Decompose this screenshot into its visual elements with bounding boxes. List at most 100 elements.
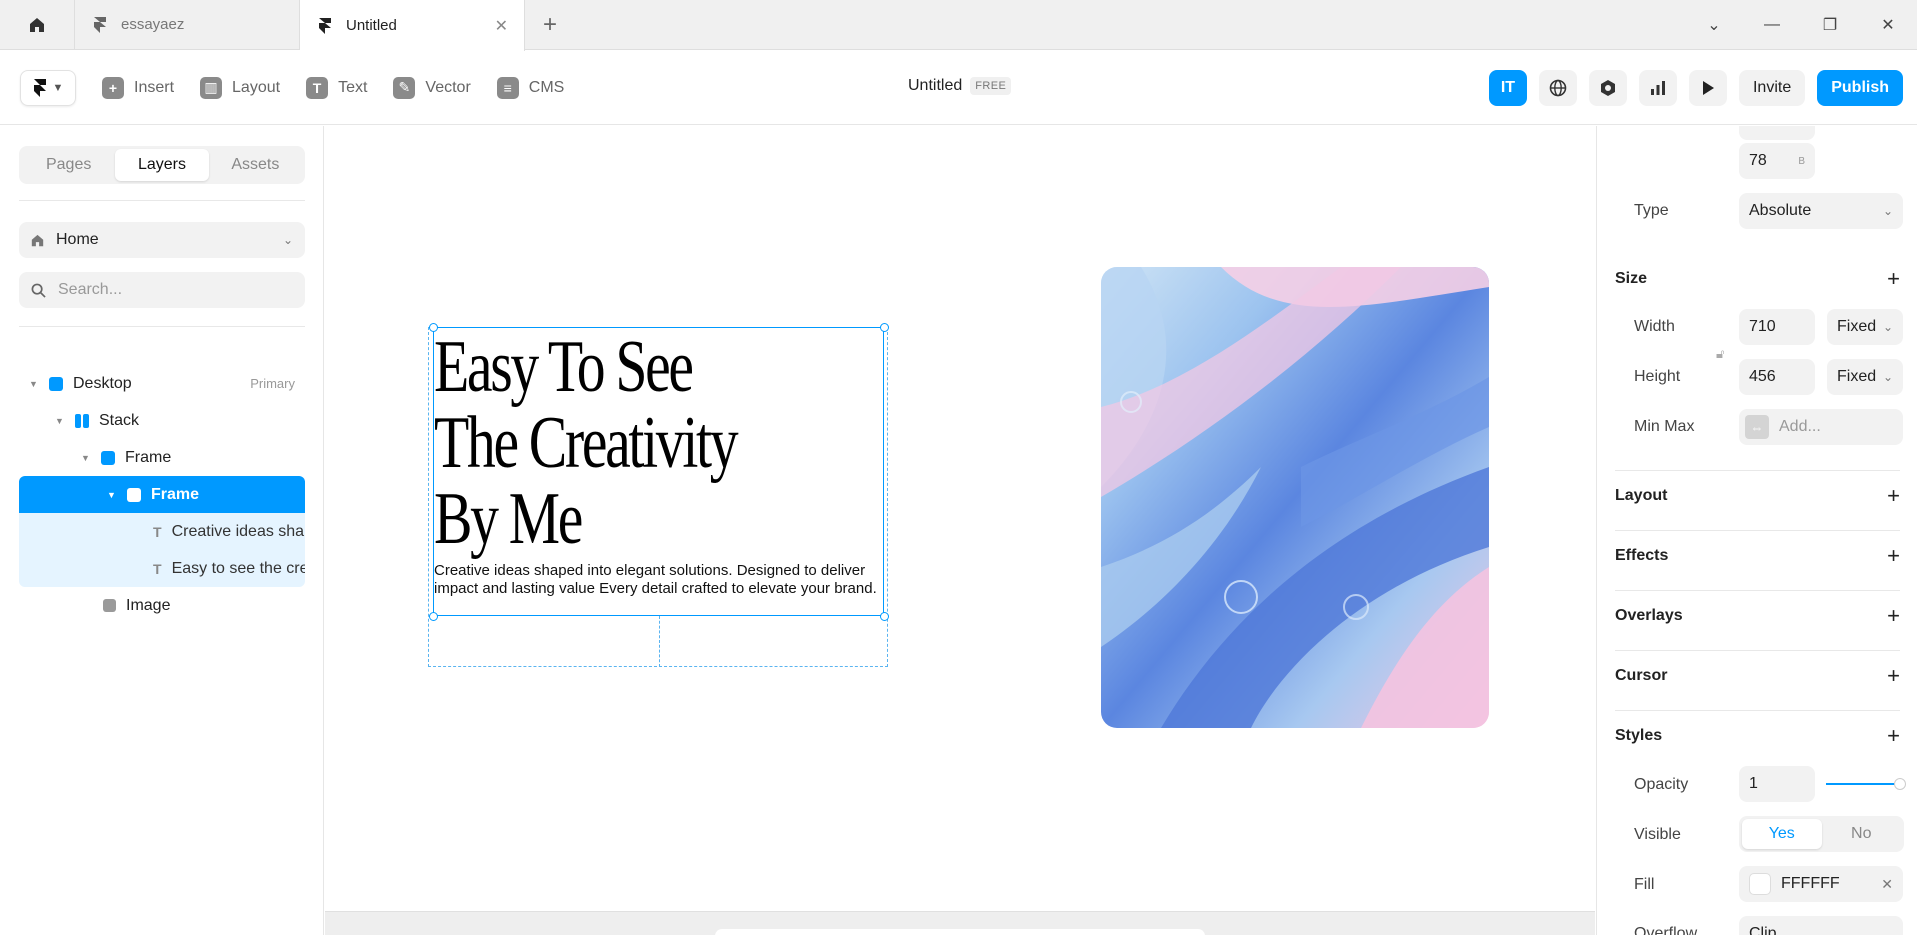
chevron-down-icon: ⌄ (1882, 927, 1893, 935)
styles-section-header[interactable]: Styles + (1615, 710, 1900, 760)
caret-down-icon[interactable]: ▼ (55, 416, 65, 426)
section-title: Layout (1615, 486, 1668, 504)
visible-label: Visible (1634, 826, 1681, 843)
layer-stack[interactable]: ▼ Stack (19, 402, 305, 439)
avatar[interactable]: IT (1488, 70, 1527, 106)
settings-icon[interactable] (1588, 70, 1627, 106)
overlays-section-header[interactable]: Overlays + (1615, 590, 1900, 640)
text-icon: T (306, 76, 329, 99)
globe-icon[interactable] (1538, 70, 1577, 106)
layer-label: Frame (125, 448, 172, 466)
height-label: Height (1634, 368, 1681, 385)
home-tab[interactable] (0, 0, 75, 49)
resize-handle[interactable] (880, 323, 889, 332)
resize-arrows-icon: ⇔ (1745, 415, 1769, 439)
opacity-slider-handle[interactable] (1894, 778, 1906, 790)
text-icon: T (153, 523, 162, 540)
page-selector[interactable]: Home ⌄ (19, 222, 305, 258)
width-field[interactable]: 710 (1739, 309, 1815, 345)
layer-frame[interactable]: ▼ Frame (19, 439, 305, 476)
resize-handle[interactable] (429, 612, 438, 621)
document-title[interactable]: Untitled FREE (908, 77, 1012, 95)
opacity-slider[interactable] (1826, 783, 1898, 785)
layout-section-header[interactable]: Layout + (1615, 470, 1900, 520)
chevron-down-icon[interactable]: ⌄ (1685, 15, 1743, 35)
app-toolbar: ▼ + Insert ▥ Layout T Text ✎ Vector ≡ CM… (0, 51, 1917, 125)
canvas[interactable]: Easy To See The Creativity By Me Creativ… (325, 126, 1595, 935)
tab-essayaez[interactable]: essayaez (75, 0, 300, 49)
search-input[interactable] (58, 281, 278, 299)
new-tab-button[interactable]: + (525, 0, 575, 49)
type-value: Absolute (1749, 202, 1812, 219)
layout-tool[interactable]: ▥ Layout (200, 76, 280, 99)
layer-label: Creative ideas shaped into elegant solut… (171, 522, 305, 540)
opacity-field[interactable]: 1 (1739, 766, 1815, 802)
cms-tool[interactable]: ≡ CMS (496, 76, 564, 99)
top-position-field[interactable] (1739, 126, 1815, 140)
clear-fill-icon[interactable]: ✕ (1881, 876, 1893, 893)
minmax-field[interactable]: ⇔ Add... (1739, 409, 1903, 445)
overflow-select[interactable]: Clip ⌄ (1739, 916, 1903, 935)
marble-image[interactable] (1101, 267, 1489, 728)
analytics-icon[interactable] (1638, 70, 1677, 106)
resize-handle[interactable] (880, 612, 889, 621)
add-icon[interactable]: + (1887, 543, 1900, 569)
stack-divider-guide (659, 616, 660, 667)
headline-text[interactable]: Easy To See The Creativity By Me (434, 329, 739, 557)
restore-icon[interactable]: ❐ (1801, 15, 1859, 35)
bottom-position-field[interactable]: 78 B (1739, 143, 1815, 179)
size-section-header[interactable]: Size + (1615, 254, 1900, 304)
layer-desktop[interactable]: ▼ Desktop Primary (19, 365, 305, 402)
minimize-icon[interactable]: — (1743, 16, 1801, 34)
fill-swatch[interactable] (1749, 873, 1771, 895)
framer-logo-icon (319, 17, 331, 34)
type-select[interactable]: Absolute ⌄ (1739, 193, 1903, 229)
play-preview-icon[interactable] (1688, 70, 1727, 106)
tab-layers[interactable]: Layers (115, 149, 209, 181)
aspect-lock-icon[interactable]: 🔓︎ (1716, 346, 1724, 362)
height-mode-select[interactable]: Fixed ⌄ (1827, 359, 1903, 395)
cursor-section-header[interactable]: Cursor + (1615, 650, 1900, 700)
chevron-down-icon: ⌄ (1882, 204, 1893, 218)
visible-no-button[interactable]: No (1822, 819, 1902, 849)
fill-field[interactable]: FFFFFF ✕ (1739, 866, 1903, 902)
tab-assets[interactable]: Assets (209, 149, 302, 181)
caret-down-icon[interactable]: ▼ (81, 453, 91, 463)
height-field[interactable]: 456 (1739, 359, 1815, 395)
effects-section-header[interactable]: Effects + (1615, 530, 1900, 580)
layer-text-creative[interactable]: T Creative ideas shaped into elegant sol… (19, 513, 305, 550)
frame-icon (127, 487, 141, 502)
add-icon[interactable]: + (1887, 266, 1900, 292)
document-name: Untitled (908, 77, 963, 94)
tab-pages[interactable]: Pages (22, 149, 115, 181)
main-menu-button[interactable]: ▼ (20, 69, 76, 106)
opacity-label: Opacity (1634, 776, 1689, 793)
visible-yes-button[interactable]: Yes (1742, 819, 1822, 849)
vector-tool[interactable]: ✎ Vector (393, 76, 471, 99)
body-text[interactable]: Creative ideas shaped into elegant solut… (434, 562, 884, 598)
add-icon[interactable]: + (1887, 603, 1900, 629)
add-icon[interactable]: + (1887, 663, 1900, 689)
invite-button[interactable]: Invite (1738, 70, 1806, 106)
bottom-value: 78 (1749, 152, 1767, 169)
tool-label: Insert (134, 78, 175, 96)
section-title: Styles (1615, 726, 1663, 744)
layer-frame-selected[interactable]: ▼ Frame (19, 476, 305, 513)
layer-text-easy[interactable]: T Easy to see the creativity by me (19, 550, 305, 587)
text-tool[interactable]: T Text (306, 76, 367, 99)
breakpoint-bar[interactable] (715, 929, 1205, 935)
properties-panel: 78 B Type Absolute ⌄ Size + Width 710 Fi… (1596, 126, 1917, 935)
publish-button[interactable]: Publish (1817, 70, 1903, 106)
close-window-icon[interactable]: ✕ (1859, 15, 1917, 35)
width-mode-select[interactable]: Fixed ⌄ (1827, 309, 1903, 345)
layer-image[interactable]: Image (19, 587, 305, 624)
add-icon[interactable]: + (1887, 723, 1900, 749)
layer-label: Easy to see the creativity by me (171, 559, 305, 577)
caret-down-icon[interactable]: ▼ (29, 379, 39, 389)
close-tab-icon[interactable]: ✕ (495, 16, 508, 36)
text-icon: T (153, 560, 162, 577)
add-icon[interactable]: + (1887, 483, 1900, 509)
tab-untitled[interactable]: Untitled ✕ (300, 0, 525, 51)
caret-down-icon[interactable]: ▼ (107, 490, 117, 500)
insert-tool[interactable]: + Insert (102, 76, 175, 99)
